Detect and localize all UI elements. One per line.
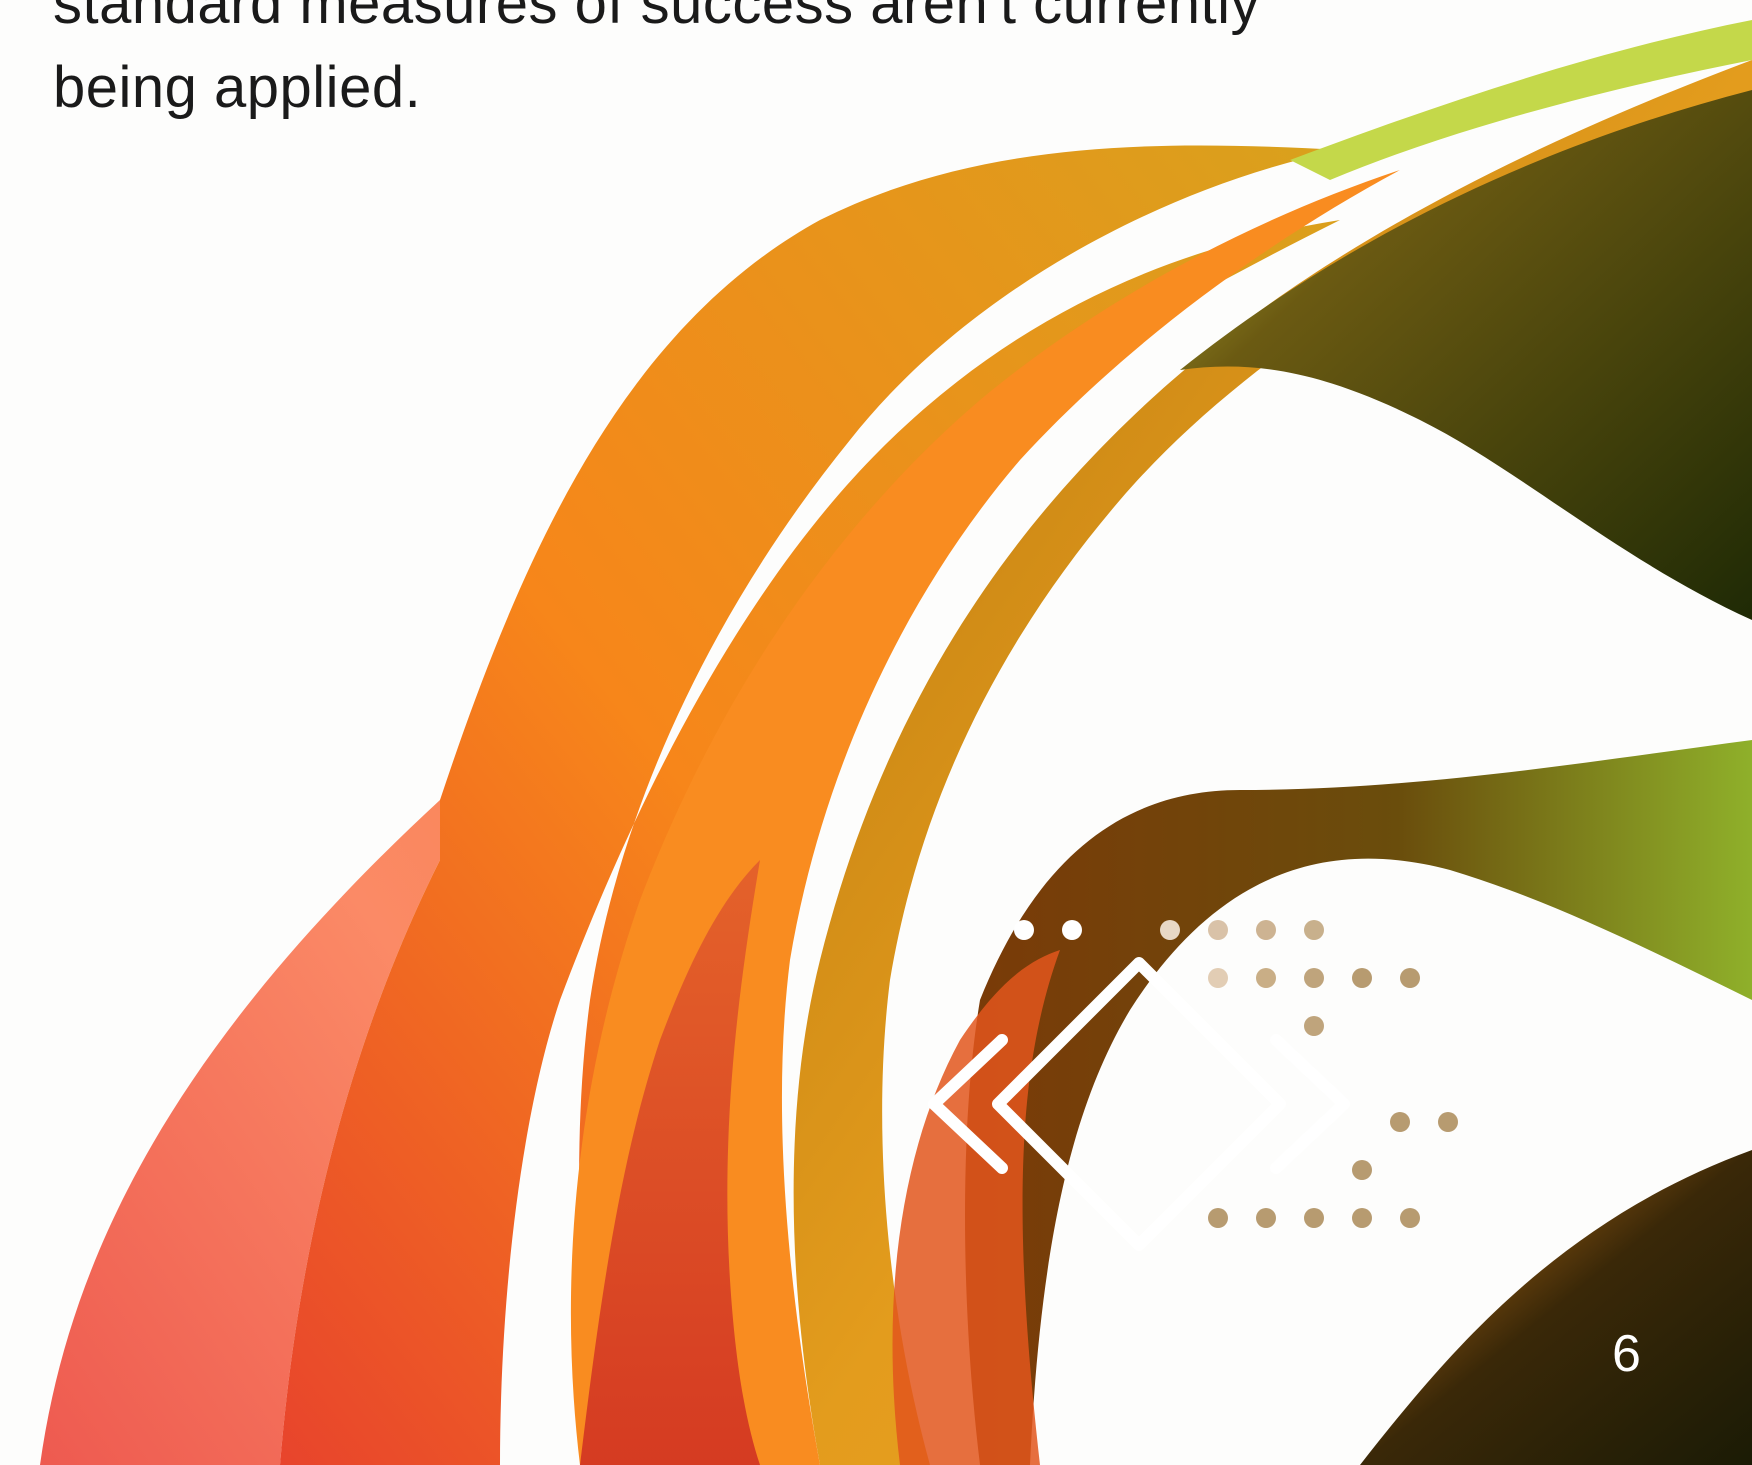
body-line-1: standard measures of success aren't curr… xyxy=(53,0,1260,36)
page-number: 6 xyxy=(1612,1325,1641,1383)
body-paragraph: standard measures of success aren't curr… xyxy=(53,0,1260,130)
body-line-2: being applied. xyxy=(53,55,422,120)
diamond-chevrons-icon xyxy=(928,920,1458,1251)
abstract-ribbon-artwork xyxy=(40,20,1752,1465)
document-page: standard measures of success aren't curr… xyxy=(0,0,1752,1465)
